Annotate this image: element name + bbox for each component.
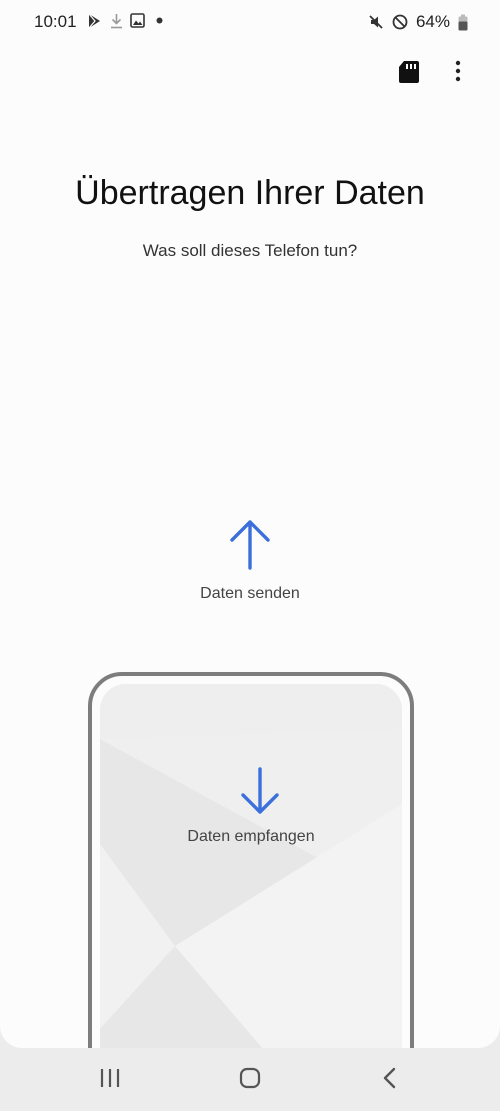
mute-icon	[369, 15, 383, 29]
page-title: Übertragen Ihrer Daten	[75, 174, 425, 212]
play-store-icon	[88, 13, 100, 29]
status-bar: 10:01 64%	[0, 0, 500, 44]
send-data-label: Daten senden	[200, 585, 300, 602]
battery-percentage: 64%	[415, 12, 450, 31]
arrow-down-icon	[241, 767, 279, 814]
send-data-option[interactable]: Daten senden	[150, 510, 350, 620]
download-icon	[111, 14, 122, 29]
more-options-icon[interactable]	[446, 58, 470, 84]
app-screen: 10:01 64% Übertragen Ihrer Daten Was sol…	[0, 0, 500, 1048]
sd-card-icon[interactable]	[398, 60, 420, 84]
receive-data-label: Daten empfangen	[187, 828, 315, 845]
navigation-bar	[0, 1048, 500, 1111]
status-right: 64%	[368, 12, 468, 32]
page-subtitle: Was soll dieses Telefon tun?	[142, 241, 358, 260]
battery-icon	[458, 14, 468, 30]
home-icon[interactable]	[238, 1066, 262, 1090]
do-not-disturb-icon	[392, 14, 408, 30]
dot-icon	[156, 17, 163, 24]
status-time: 10:01	[34, 12, 77, 31]
arrow-up-icon	[230, 520, 270, 570]
background-pattern	[100, 684, 402, 1048]
phone-illustration: Daten empfangen	[88, 672, 414, 1048]
receive-data-option[interactable]: Daten empfangen	[100, 684, 402, 1048]
recent-apps-icon[interactable]	[98, 1066, 122, 1090]
image-icon	[130, 13, 145, 28]
back-icon[interactable]	[378, 1066, 402, 1090]
